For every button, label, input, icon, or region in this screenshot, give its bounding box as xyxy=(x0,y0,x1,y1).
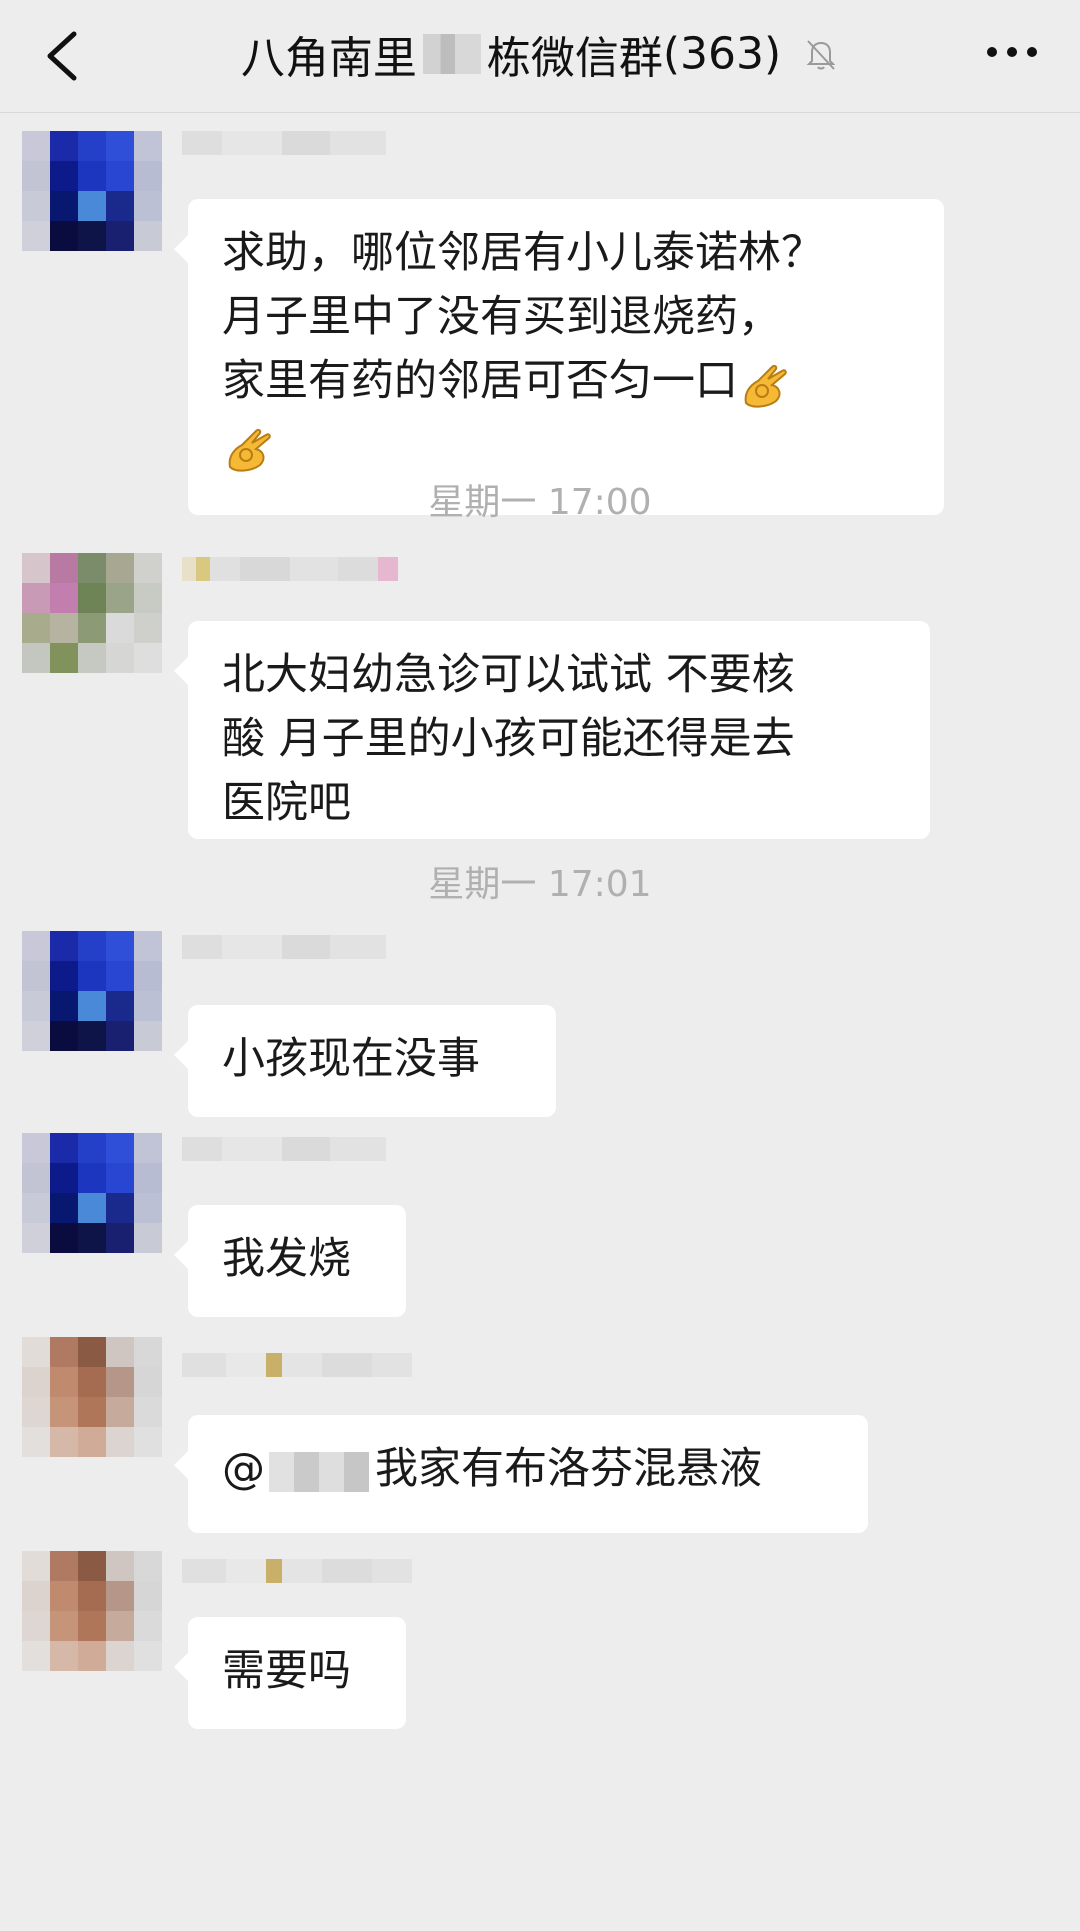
message-line: 我家有布洛芬混悬液 xyxy=(375,1444,762,1494)
message-bubble[interactable]: 我发烧 xyxy=(174,1205,406,1317)
bell-off-icon xyxy=(806,40,836,70)
sender-name-redacted xyxy=(182,1137,386,1161)
avatar[interactable] xyxy=(22,131,162,251)
message-line: 酸 月子里的小孩可能还得是去 xyxy=(222,714,795,764)
message-line: 家里有药的邻居可否匀一口 xyxy=(222,356,738,406)
ok-hand-emoji xyxy=(744,364,787,408)
title-part-2: 栋微信群 xyxy=(486,33,663,84)
mention-symbol: @ xyxy=(222,1444,265,1494)
chat-title: 八角南里 栋微信群(363) xyxy=(0,22,1080,86)
message-line: 需要吗 xyxy=(222,1646,351,1696)
avatar[interactable] xyxy=(22,1337,162,1457)
avatar[interactable] xyxy=(22,553,162,673)
sender-name-redacted xyxy=(182,1559,412,1583)
message-line: 小孩现在没事 xyxy=(222,1034,480,1084)
sender-name-redacted xyxy=(182,1353,412,1377)
message-line: 北大妇幼急诊可以试试 不要核 xyxy=(222,650,795,700)
member-count: (363) xyxy=(662,28,782,80)
avatar[interactable] xyxy=(22,1133,162,1253)
redacted-mention xyxy=(269,1451,369,1492)
avatar[interactable] xyxy=(22,1551,162,1671)
message-bubble[interactable]: 北大妇幼急诊可以试试 不要核 酸 月子里的小孩可能还得是去 医院吧 xyxy=(174,621,930,839)
message-line: 医院吧 xyxy=(222,778,351,828)
ok-hand-emoji xyxy=(228,428,271,472)
timestamp: 星期一 17:00 xyxy=(428,482,652,523)
sender-name-redacted xyxy=(182,935,386,959)
message-bubble[interactable]: 求助，哪位邻居有小儿泰诺林？ 月子里中了没有买到退烧药， 家里有药的邻居可否匀一… xyxy=(174,199,944,515)
message-line: 求助，哪位邻居有小儿泰诺林？ xyxy=(222,228,824,278)
title-part-1: 八角南里 xyxy=(240,33,417,84)
message-line: 我发烧 xyxy=(222,1234,351,1284)
sender-name-redacted xyxy=(182,131,386,155)
message-bubble[interactable]: 需要吗 xyxy=(174,1617,406,1729)
chat-message-list[interactable]: 求助，哪位邻居有小儿泰诺林？ 月子里中了没有买到退烧药， 家里有药的邻居可否匀一… xyxy=(0,113,1080,1931)
timestamp: 星期一 17:01 xyxy=(428,864,652,905)
message-line: 月子里中了没有买到退烧药， xyxy=(222,292,781,342)
sender-name-redacted xyxy=(182,557,398,581)
more-dots-icon[interactable] xyxy=(982,40,1042,64)
chat-header: 八角南里 栋微信群(363) xyxy=(0,0,1080,113)
message-bubble[interactable]: @ 我家有布洛芬混悬液 xyxy=(174,1415,868,1533)
avatar[interactable] xyxy=(22,931,162,1051)
redacted-block xyxy=(422,34,481,74)
message-bubble[interactable]: 小孩现在没事 xyxy=(174,1005,556,1117)
